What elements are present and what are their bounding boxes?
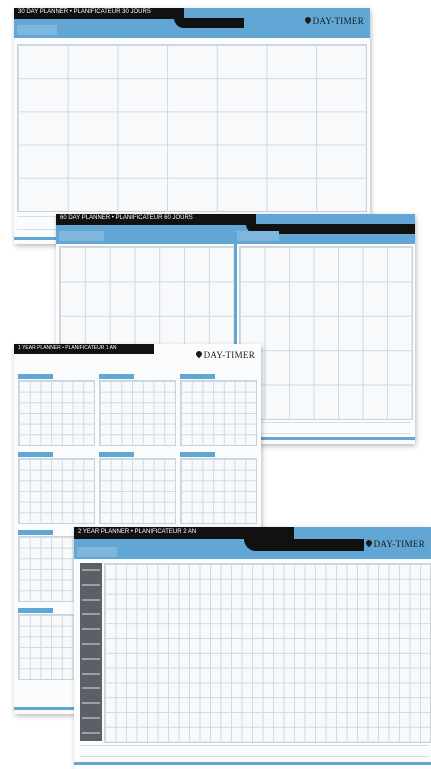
mini-calendar [99,374,176,446]
calendar-grid [17,44,367,212]
day-timer-logo-icon [303,15,312,25]
year-tab [77,547,117,557]
day-timer-logo: DAY-TIMER [303,15,364,26]
mini-calendar [180,374,257,446]
mini-calendar [18,374,95,446]
day-timer-logo-icon [194,349,203,359]
mini-calendar [18,452,95,524]
planner-title: 1 YEAR PLANNER • PLANIFICATEUR 1 AN [18,345,117,351]
calendar-grid-right [239,246,413,420]
planner-title: 2 YEAR PLANNER • PLANIFICATEUR 2 AN [78,529,197,535]
month-tab-2 [234,231,279,241]
year-grid [104,563,431,743]
month-column [80,563,102,741]
planner-title: 60 DAY PLANNER • PLANIFICATEUR 60 JOURS [60,215,193,221]
month-tab [17,25,57,35]
mini-calendar [180,452,257,524]
day-timer-logo-icon [364,538,373,548]
mini-calendar [99,452,176,524]
planner-2-year: 2 YEAR PLANNER • PLANIFICATEUR 2 AN DAY-… [74,527,431,769]
planner-30-day: 30 DAY PLANNER • PLANIFICATEUR 30 JOURS … [14,8,370,244]
month-tab-1 [59,231,104,241]
planner-title: 30 DAY PLANNER • PLANIFICATEUR 30 JOURS [18,9,151,15]
day-timer-logo: DAY-TIMER [194,349,255,360]
day-timer-logo: DAY-TIMER [364,538,425,549]
